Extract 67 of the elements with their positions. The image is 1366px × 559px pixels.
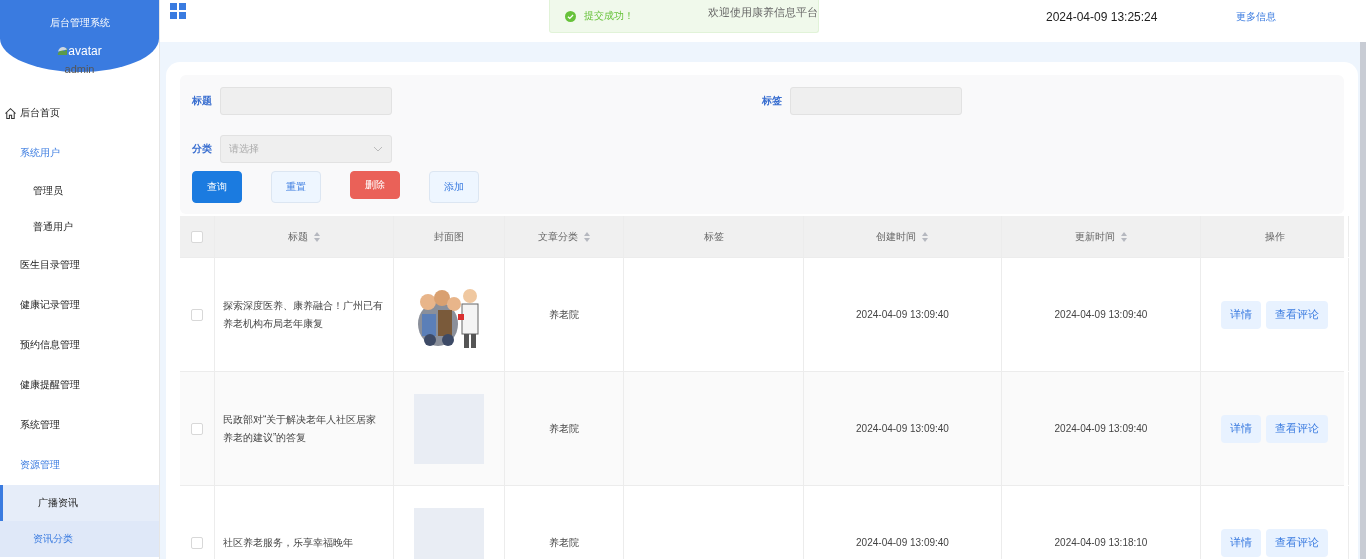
table-cell: 2024-04-09 13:09:40 xyxy=(856,537,949,548)
menu-item[interactable]: 健康提醒管理 xyxy=(0,365,159,405)
column-header: 标签 xyxy=(703,229,724,244)
table-cell-text: 民政部对“关于解决老年人社区居家养老的建议”的答复 xyxy=(223,412,378,445)
submenu-item[interactable]: 资讯分类 xyxy=(0,521,159,557)
menu-item[interactable]: 系统管理 xyxy=(0,405,159,445)
menu-group[interactable]: 资源管理 xyxy=(0,445,159,485)
row-action-button[interactable]: 详情 xyxy=(1221,414,1261,443)
chevron-down-icon xyxy=(373,146,383,152)
action-button[interactable]: 重置 xyxy=(271,171,321,203)
table-cell: 2024-04-09 13:09:40 xyxy=(856,423,949,434)
check-circle-icon xyxy=(565,10,576,22)
table-cell: 2024-04-09 13:18:10 xyxy=(1054,537,1148,548)
username: admin xyxy=(64,63,95,75)
table-cell-text: 探索深度医养、康养融合！广州已有养老机构布局老年康复 xyxy=(223,298,384,331)
row-action-button[interactable]: 详情 xyxy=(1221,300,1261,329)
column-header: 封面图 xyxy=(434,229,464,244)
submenu-item[interactable]: 普通用户 xyxy=(0,209,159,245)
checkbox[interactable] xyxy=(191,422,203,435)
checkbox[interactable] xyxy=(191,536,203,549)
menu-item[interactable]: 后台首页 xyxy=(0,93,159,133)
action-button[interactable]: 删除 xyxy=(350,171,400,199)
grid-menu-icon[interactable] xyxy=(170,3,186,19)
row-action-button[interactable]: 查看评论 xyxy=(1266,414,1328,443)
action-button[interactable]: 添加 xyxy=(429,171,479,203)
date-time: 2024-04-09 13:25:24 xyxy=(1046,10,1158,24)
input-field[interactable] xyxy=(220,87,392,115)
checkbox[interactable] xyxy=(191,230,203,243)
action-button[interactable]: 查询 xyxy=(192,171,242,203)
table-cell: 2024-04-09 13:09:40 xyxy=(856,309,949,320)
column-header: 文章分类 xyxy=(537,229,578,244)
sort-icon[interactable] xyxy=(582,230,591,243)
table-cell: 2024-04-09 13:09:40 xyxy=(1054,423,1148,434)
field-label: 标题 xyxy=(192,94,213,108)
row-action-button[interactable]: 查看评论 xyxy=(1266,528,1328,557)
table-cell: 养老院 xyxy=(549,535,579,550)
menu-item[interactable]: 预约信息管理 xyxy=(0,325,159,365)
row-action-button[interactable]: 查看评论 xyxy=(1266,300,1328,329)
column-header: 标题 xyxy=(287,229,308,244)
broken-image-icon xyxy=(57,45,69,56)
table-cell-text: 社区养老服务，乐享幸福晚年 xyxy=(223,535,353,550)
toast-message: 提交成功！ xyxy=(584,9,634,23)
welcome-text: 欢迎使用康养信息平台 xyxy=(708,5,818,20)
input-field[interactable] xyxy=(790,87,962,115)
column-header: 创建时间 xyxy=(876,229,916,244)
column-header: 操作 xyxy=(1264,229,1285,244)
column-header: 更新时间 xyxy=(1074,229,1115,244)
submenu-item[interactable]: 管理员 xyxy=(0,173,159,209)
table-cell: 养老院 xyxy=(549,421,579,436)
brand-title: 后台管理系统 xyxy=(49,16,110,30)
sort-icon[interactable] xyxy=(1119,230,1128,243)
field-label: 标签 xyxy=(762,94,783,108)
menu-item[interactable]: 健康记录管理 xyxy=(0,285,159,325)
sort-icon[interactable] xyxy=(312,230,321,243)
more-info-link[interactable]: 更多信息 xyxy=(1236,10,1276,24)
sort-icon[interactable] xyxy=(921,230,929,243)
scrollbar[interactable] xyxy=(1360,42,1366,559)
table-cell: 2024-04-09 13:09:40 xyxy=(1054,309,1148,320)
home-icon xyxy=(4,106,17,120)
field-label: 分类 xyxy=(192,142,213,156)
menu-item[interactable]: 医生目录管理 xyxy=(0,245,159,285)
submenu-item[interactable]: 广播资讯 xyxy=(0,485,159,521)
avatar-image: avatar xyxy=(57,44,102,58)
row-action-button[interactable]: 详情 xyxy=(1221,528,1261,557)
table-cell: 养老院 xyxy=(549,307,579,322)
checkbox[interactable] xyxy=(191,308,203,321)
menu-group[interactable]: 系统用户 xyxy=(0,133,159,173)
